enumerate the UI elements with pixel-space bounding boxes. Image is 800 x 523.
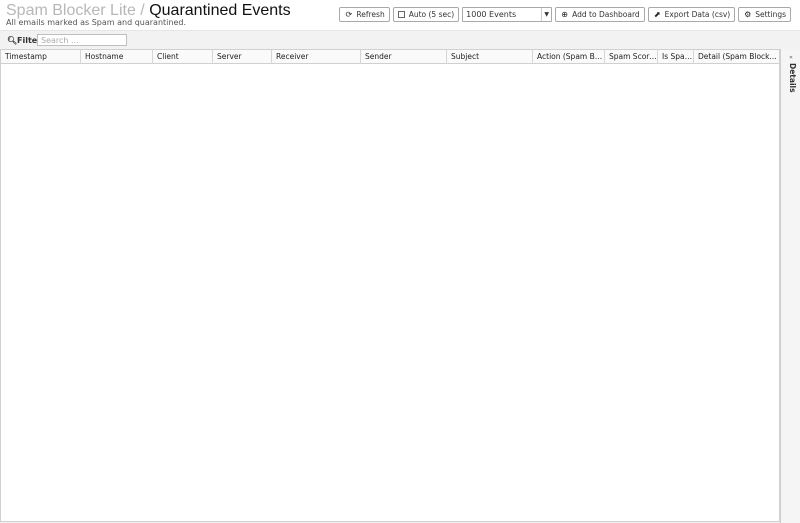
- toolbar: ⟳ Refresh Auto (5 sec) 1000 Events ▼ ⊕ A…: [339, 7, 791, 22]
- column-header-timestamp[interactable]: Timestamp: [1, 50, 81, 64]
- column-header-receiver[interactable]: Receiver: [272, 50, 361, 64]
- refresh-button[interactable]: ⟳ Refresh: [339, 7, 390, 22]
- auto-refresh-toggle[interactable]: Auto (5 sec): [392, 7, 460, 22]
- refresh-label: Refresh: [356, 10, 385, 19]
- breadcrumb-app[interactable]: Spam Blocker Lite: [6, 2, 136, 19]
- gear-icon: ⚙: [744, 9, 752, 19]
- column-header-spam-score[interactable]: Spam Score (Spam Blocker Lite): [605, 50, 658, 64]
- events-limit-select[interactable]: 1000 Events ▼: [462, 7, 553, 22]
- page-subtitle: All emails marked as Spam and quarantine…: [6, 18, 186, 27]
- search-icon: 🔍︎: [7, 36, 18, 45]
- add-to-dashboard-button[interactable]: ⊕ Add to Dashboard: [555, 7, 645, 22]
- details-side-panel[interactable]: « Details: [780, 49, 800, 523]
- column-header-subject[interactable]: Subject: [447, 50, 533, 64]
- chevron-down-icon[interactable]: ▼: [541, 8, 551, 21]
- column-header-is-spam[interactable]: Is Spam (Spam Blocker Lite): [658, 50, 694, 64]
- add-to-dashboard-label: Add to Dashboard: [572, 10, 640, 19]
- grid-header: Timestamp Hostname Client Server Receive…: [1, 50, 779, 64]
- export-icon: ⬈: [653, 9, 661, 19]
- settings-label: Settings: [755, 10, 786, 19]
- breadcrumb-separator: /: [140, 2, 145, 19]
- auto-refresh-label: Auto (5 sec): [408, 10, 455, 19]
- expand-icon[interactable]: «: [787, 53, 795, 61]
- column-header-detail[interactable]: Detail (Spam Blocker Lite): [694, 50, 779, 64]
- refresh-icon: ⟳: [345, 9, 353, 19]
- export-data-label: Export Data (csv): [664, 10, 731, 19]
- events-limit-value: 1000 Events: [466, 10, 517, 19]
- page-header: Spam Blocker Lite / Quarantined Events A…: [0, 0, 800, 31]
- details-panel-label[interactable]: Details: [785, 63, 797, 103]
- events-grid: Timestamp Hostname Client Server Receive…: [0, 49, 780, 522]
- export-data-button[interactable]: ⬈ Export Data (csv): [647, 7, 736, 22]
- column-header-hostname[interactable]: Hostname: [81, 50, 153, 64]
- search-input[interactable]: [37, 34, 127, 46]
- filter-bar: 🔍︎ Filter: [0, 32, 780, 49]
- column-header-sender[interactable]: Sender: [361, 50, 447, 64]
- column-header-action[interactable]: Action (Spam Blocker Lite): [533, 50, 605, 64]
- plus-circle-icon: ⊕: [561, 9, 568, 19]
- column-header-client[interactable]: Client: [153, 50, 213, 64]
- breadcrumb-current: Quarantined Events: [149, 2, 291, 19]
- checkbox-icon: [397, 11, 405, 18]
- settings-button[interactable]: ⚙ Settings: [738, 7, 791, 22]
- column-header-server[interactable]: Server: [213, 50, 272, 64]
